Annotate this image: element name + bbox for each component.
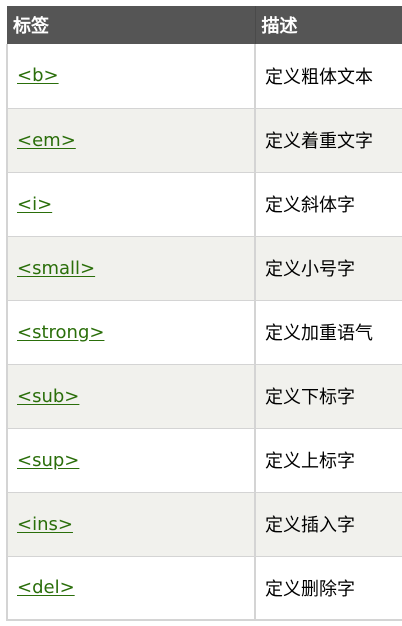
page: 标签 描述 <b> 定义粗体文本 <em> 定义着重文字 <i> 定义斜体字 <… — [0, 0, 402, 626]
tag-cell: <sub> — [6, 363, 256, 429]
tag-cell: <ins> — [6, 491, 256, 557]
description-cell: 定义着重文字 — [254, 107, 402, 173]
column-header-tag: 标签 — [7, 6, 256, 44]
table-row: <ins> 定义插入字 — [6, 491, 402, 557]
table-row: <del> 定义删除字 — [6, 555, 402, 621]
tag-link-i[interactable]: <i> — [17, 194, 52, 215]
tag-cell: <i> — [6, 171, 256, 237]
description-cell: 定义上标字 — [254, 427, 402, 493]
tag-link-strong[interactable]: <strong> — [17, 322, 104, 343]
tag-link-ins[interactable]: <ins> — [17, 514, 73, 535]
tag-cell: <sup> — [6, 427, 256, 493]
table-row: <sup> 定义上标字 — [6, 427, 402, 493]
table-row: <em> 定义着重文字 — [6, 107, 402, 173]
description-cell: 定义插入字 — [254, 491, 402, 557]
tag-link-del[interactable]: <del> — [17, 577, 75, 598]
tag-cell: <b> — [6, 44, 256, 109]
tag-cell: <small> — [6, 235, 256, 301]
description-cell: 定义加重语气 — [254, 299, 402, 365]
tag-link-small[interactable]: <small> — [17, 258, 95, 279]
tag-link-em[interactable]: <em> — [17, 130, 76, 151]
tag-link-sub[interactable]: <sub> — [17, 386, 79, 407]
description-cell: 定义小号字 — [254, 235, 402, 301]
table-row: <strong> 定义加重语气 — [6, 299, 402, 365]
table-header-row: 标签 描述 — [7, 6, 402, 44]
column-header-description: 描述 — [255, 6, 402, 44]
description-cell: 定义斜体字 — [254, 171, 402, 237]
tag-cell: <del> — [6, 555, 256, 621]
table-row: <small> 定义小号字 — [6, 235, 402, 301]
tag-link-b[interactable]: <b> — [17, 65, 59, 86]
description-cell: 定义粗体文本 — [254, 44, 402, 109]
table-row: <sub> 定义下标字 — [6, 363, 402, 429]
table-row: <b> 定义粗体文本 — [6, 44, 402, 109]
description-cell: 定义删除字 — [254, 555, 402, 621]
tag-cell: <em> — [6, 107, 256, 173]
tag-cell: <strong> — [6, 299, 256, 365]
tag-link-sup[interactable]: <sup> — [17, 450, 79, 471]
tag-reference-table: 标签 描述 <b> 定义粗体文本 <em> 定义着重文字 <i> 定义斜体字 <… — [6, 6, 402, 621]
description-cell: 定义下标字 — [254, 363, 402, 429]
table-row: <i> 定义斜体字 — [6, 171, 402, 237]
